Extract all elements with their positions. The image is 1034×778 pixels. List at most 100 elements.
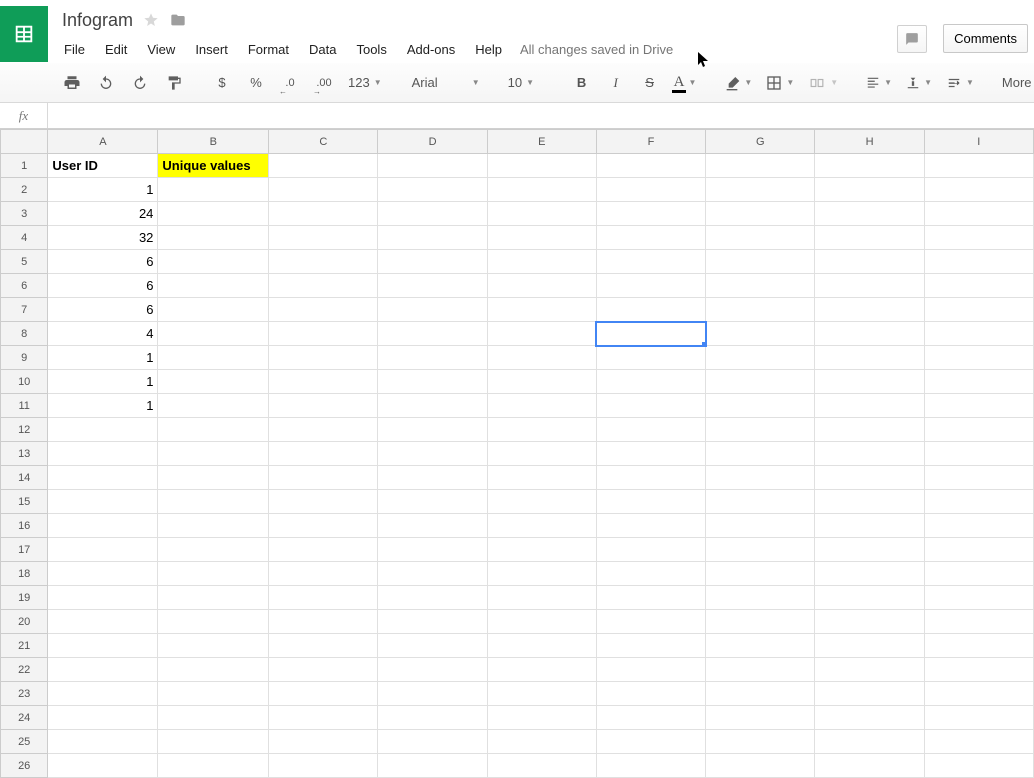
cell-I17[interactable] xyxy=(924,538,1033,562)
cell-E2[interactable] xyxy=(487,178,596,202)
row-header-4[interactable]: 4 xyxy=(1,226,48,250)
menu-addons[interactable]: Add-ons xyxy=(405,40,457,59)
cell-C1[interactable] xyxy=(269,154,378,178)
cell-H2[interactable] xyxy=(815,178,924,202)
cell-B7[interactable] xyxy=(158,298,269,322)
borders-dropdown[interactable]: ▼ xyxy=(766,75,794,91)
cell-B3[interactable] xyxy=(158,202,269,226)
cell-G4[interactable] xyxy=(706,226,815,250)
cell-C20[interactable] xyxy=(269,610,378,634)
percent-button[interactable]: % xyxy=(246,71,266,95)
cell-E11[interactable] xyxy=(487,394,596,418)
cell-A18[interactable] xyxy=(48,562,158,586)
cell-A25[interactable] xyxy=(48,730,158,754)
cell-F10[interactable] xyxy=(596,370,705,394)
cell-F25[interactable] xyxy=(596,730,705,754)
cell-B11[interactable] xyxy=(158,394,269,418)
cell-B17[interactable] xyxy=(158,538,269,562)
folder-icon[interactable] xyxy=(169,12,187,28)
col-header-I[interactable]: I xyxy=(924,130,1033,154)
cell-G19[interactable] xyxy=(706,586,815,610)
cell-H16[interactable] xyxy=(815,514,924,538)
cell-F19[interactable] xyxy=(596,586,705,610)
cell-E16[interactable] xyxy=(487,514,596,538)
cell-H10[interactable] xyxy=(815,370,924,394)
cell-E24[interactable] xyxy=(487,706,596,730)
cell-G14[interactable] xyxy=(706,466,815,490)
cell-G18[interactable] xyxy=(706,562,815,586)
cell-B15[interactable] xyxy=(158,490,269,514)
cell-D11[interactable] xyxy=(378,394,487,418)
row-header-17[interactable]: 17 xyxy=(1,538,48,562)
redo-icon[interactable] xyxy=(130,71,150,95)
row-header-18[interactable]: 18 xyxy=(1,562,48,586)
formula-input[interactable] xyxy=(48,103,1034,128)
row-header-11[interactable]: 11 xyxy=(1,394,48,418)
fill-color-dropdown[interactable]: ▼ xyxy=(724,75,752,91)
cell-B12[interactable] xyxy=(158,418,269,442)
cell-E23[interactable] xyxy=(487,682,596,706)
cell-H21[interactable] xyxy=(815,634,924,658)
col-header-D[interactable]: D xyxy=(378,130,487,154)
cell-B19[interactable] xyxy=(158,586,269,610)
cell-A16[interactable] xyxy=(48,514,158,538)
h-align-dropdown[interactable]: ▼ xyxy=(866,76,892,90)
cell-F11[interactable] xyxy=(596,394,705,418)
cell-G20[interactable] xyxy=(706,610,815,634)
row-header-25[interactable]: 25 xyxy=(1,730,48,754)
cell-E14[interactable] xyxy=(487,466,596,490)
cell-G26[interactable] xyxy=(706,754,815,778)
cell-F17[interactable] xyxy=(596,538,705,562)
cell-C12[interactable] xyxy=(269,418,378,442)
cell-I26[interactable] xyxy=(924,754,1033,778)
row-header-23[interactable]: 23 xyxy=(1,682,48,706)
cell-B4[interactable] xyxy=(158,226,269,250)
cell-F14[interactable] xyxy=(596,466,705,490)
row-header-13[interactable]: 13 xyxy=(1,442,48,466)
cell-H25[interactable] xyxy=(815,730,924,754)
cell-C9[interactable] xyxy=(269,346,378,370)
cell-G22[interactable] xyxy=(706,658,815,682)
cell-B26[interactable] xyxy=(158,754,269,778)
paint-format-icon[interactable] xyxy=(164,71,184,95)
cell-D4[interactable] xyxy=(378,226,487,250)
menu-edit[interactable]: Edit xyxy=(103,40,129,59)
cell-F13[interactable] xyxy=(596,442,705,466)
cell-H1[interactable] xyxy=(815,154,924,178)
cell-G17[interactable] xyxy=(706,538,815,562)
cell-C5[interactable] xyxy=(269,250,378,274)
cell-G23[interactable] xyxy=(706,682,815,706)
select-all-corner[interactable] xyxy=(1,130,48,154)
cell-A11[interactable]: 1 xyxy=(48,394,158,418)
cell-B10[interactable] xyxy=(158,370,269,394)
cell-G7[interactable] xyxy=(706,298,815,322)
cell-H20[interactable] xyxy=(815,610,924,634)
cell-D12[interactable] xyxy=(378,418,487,442)
cell-F23[interactable] xyxy=(596,682,705,706)
row-header-20[interactable]: 20 xyxy=(1,610,48,634)
cell-D22[interactable] xyxy=(378,658,487,682)
row-header-7[interactable]: 7 xyxy=(1,298,48,322)
menu-file[interactable]: File xyxy=(62,40,87,59)
cell-A15[interactable] xyxy=(48,490,158,514)
cell-I22[interactable] xyxy=(924,658,1033,682)
cell-A20[interactable] xyxy=(48,610,158,634)
cell-A4[interactable]: 32 xyxy=(48,226,158,250)
row-header-14[interactable]: 14 xyxy=(1,466,48,490)
cell-I14[interactable] xyxy=(924,466,1033,490)
strikethrough-button[interactable]: S xyxy=(640,71,660,95)
row-header-12[interactable]: 12 xyxy=(1,418,48,442)
row-header-15[interactable]: 15 xyxy=(1,490,48,514)
cell-B16[interactable] xyxy=(158,514,269,538)
cell-B8[interactable] xyxy=(158,322,269,346)
cell-A1[interactable]: User ID xyxy=(48,154,158,178)
row-header-26[interactable]: 26 xyxy=(1,754,48,778)
cell-H7[interactable] xyxy=(815,298,924,322)
row-header-16[interactable]: 16 xyxy=(1,514,48,538)
cell-C22[interactable] xyxy=(269,658,378,682)
cell-E22[interactable] xyxy=(487,658,596,682)
comments-button[interactable]: Comments xyxy=(943,24,1028,53)
cell-G10[interactable] xyxy=(706,370,815,394)
font-size-dropdown[interactable]: 10▼ xyxy=(508,75,544,90)
cell-F6[interactable] xyxy=(596,274,705,298)
